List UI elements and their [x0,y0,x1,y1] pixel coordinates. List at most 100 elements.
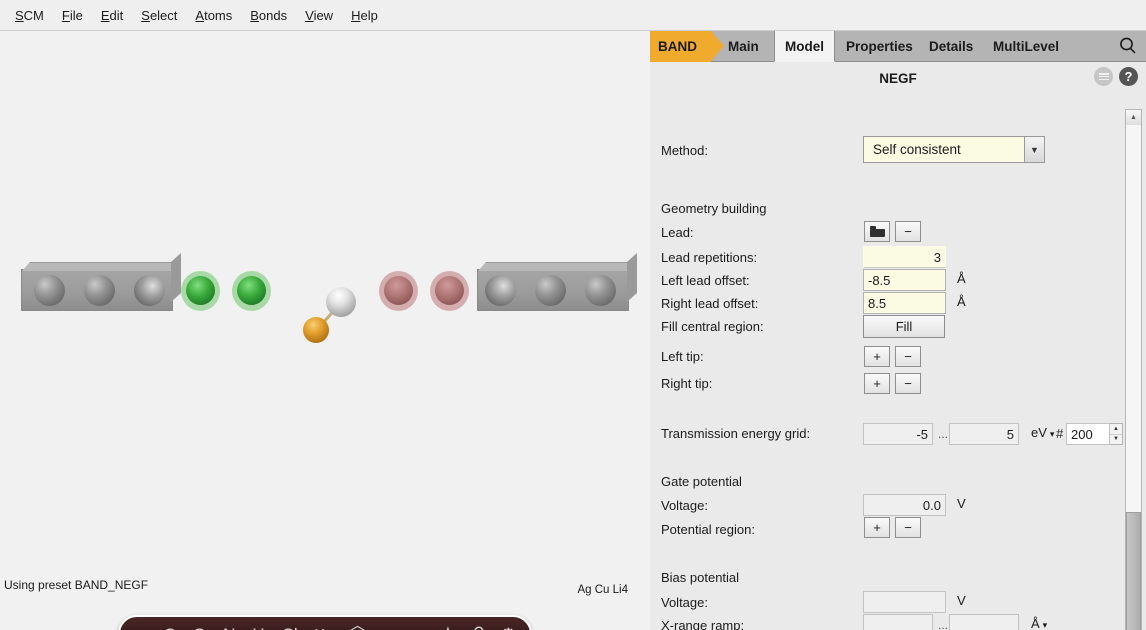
right-tip-remove-button[interactable]: − [895,373,921,394]
transmission-from-input[interactable]: -5 [863,423,933,445]
section-gate-potential: Gate potential [661,474,742,489]
scroll-up-icon[interactable]: ▲ [1126,110,1141,125]
left-tip-remove-button[interactable]: − [895,346,921,367]
tab-properties[interactable]: Properties [836,31,923,62]
panel-header: NEGF ? [650,62,1146,94]
menu-file[interactable]: File [53,6,92,25]
gate-voltage-unit: V [957,496,966,511]
chevron-down-icon[interactable]: ▼ [1024,137,1044,162]
x-range-ramp-label: X-range ramp: [661,618,744,630]
hamburger-menu-icon[interactable] [1094,67,1113,86]
tool-other-element[interactable]: X▾ [315,627,333,630]
transmission-to-input[interactable]: 5 [949,423,1019,445]
x-range-ramp-to-input[interactable] [949,614,1019,630]
chevron-down-icon[interactable]: ▾ [1043,620,1048,630]
spinner-down-icon[interactable]: ▼ [1110,435,1122,445]
panel-vertical-scrollbar[interactable]: ▲ ▼ [1125,109,1142,630]
transmission-count-spinner[interactable]: ▲ ▼ [1110,423,1123,445]
tool-nitrogen[interactable]: N [223,626,235,630]
right-lead-offset-input[interactable]: 8.5 [863,292,946,314]
method-label: Method: [661,143,708,158]
tab-details[interactable]: Details [919,31,983,62]
row-potential-region: Potential region: [661,518,755,540]
row-left-lead-offset: Left lead offset: [661,269,750,291]
menu-edit[interactable]: Edit [92,6,132,25]
left-lead-offset-unit: Å [957,271,966,286]
star-icon[interactable]: ★ [441,626,455,630]
tab-multilevel[interactable]: MultiLevel [983,31,1069,62]
search-icon[interactable] [1118,36,1138,61]
atom-ag-5 [535,275,566,306]
left-tip-add-button[interactable]: + [864,346,890,367]
molecule-viewport[interactable]: Using preset BAND_NEGF Ag Cu Li4 ➤ C O N… [0,31,650,630]
lead-browse-button[interactable] [864,221,890,242]
folder-icon [870,226,885,237]
lead-remove-button[interactable]: − [895,221,921,242]
menu-bonds[interactable]: Bonds [241,6,296,25]
gate-voltage-input[interactable]: 0.0 [863,494,946,516]
fill-button[interactable]: Fill [863,315,945,338]
tab-model[interactable]: Model [774,31,835,62]
atom-li-1 [186,276,215,305]
tab-band-brand[interactable]: BAND [650,31,711,62]
left-tip-label: Left tip: [661,349,704,364]
transmission-unit-dropdown[interactable]: eV▾ [1031,425,1054,440]
status-preset-text: Using preset BAND_NEGF [4,578,148,592]
atom-ag-center [326,287,356,317]
molecule-structure [0,31,650,551]
transmission-range-dots: ... [938,427,948,441]
row-right-lead-offset: Right lead offset: [661,292,758,314]
atom-ag-4 [485,275,516,306]
chevron-down-icon[interactable]: ▾ [1050,429,1055,439]
tool-ring-icon[interactable]: ⬡ [349,625,366,630]
tool-hydrogen[interactable]: H [252,626,264,630]
row-x-range-ramp: X-range ramp: [661,614,744,630]
scrollbar-thumb[interactable] [1126,512,1141,630]
tool-carbon[interactable]: C [164,626,176,630]
tab-main[interactable]: Main [718,31,769,62]
x-range-ramp-from-input[interactable] [863,614,933,630]
settings-panel: BAND Main Model Properties Details Multi… [650,31,1146,630]
help-icon[interactable]: ? [1119,67,1138,86]
tool-chlorine[interactable]: Cl [282,626,298,630]
bias-voltage-label: Voltage: [661,595,708,610]
lead-box-right-face [171,253,181,302]
lead-box-top-face [478,262,636,271]
row-method: Method: [661,139,708,161]
atom-li-2 [237,276,266,305]
potential-region-remove-button[interactable]: − [895,517,921,538]
menu-select[interactable]: Select [132,6,186,25]
spinner-up-icon[interactable]: ▲ [1110,424,1122,435]
potential-region-add-button[interactable]: + [864,517,890,538]
left-lead-offset-input[interactable]: -8.5 [863,269,946,291]
potential-region-label: Potential region: [661,522,755,537]
lead-repetitions-input[interactable]: 3 [863,246,946,268]
lead-repetitions-label: Lead repetitions: [661,250,757,265]
row-bias-voltage: Voltage: [661,591,708,613]
bias-voltage-unit: V [957,593,966,608]
settings-gear-icon[interactable]: ⚙ [501,626,516,630]
tool-oxygen[interactable]: O [193,626,206,630]
menu-help[interactable]: Help [342,6,387,25]
magic-wand-icon[interactable]: ⚲ [470,624,486,630]
fill-central-region-label: Fill central region: [661,319,764,334]
transmission-count-input[interactable]: 200 [1066,423,1110,445]
menu-atoms[interactable]: Atoms [186,6,241,25]
row-transmission-energy-grid: Transmission energy grid: [661,422,810,444]
right-tip-add-button[interactable]: + [864,373,890,394]
atom-cu [303,317,329,343]
atom-tool-palette[interactable]: ➤ C O N H Cl X▾ ⬡ ★ ⚲ ⚙ [118,615,532,630]
method-combobox[interactable]: Self consistent ▼ [863,136,1045,163]
x-range-ramp-unit-dropdown[interactable]: Å▾ [1031,616,1047,630]
formula-label: Ag Cu Li4 [577,584,628,596]
section-bias-potential: Bias potential [661,570,739,585]
x-range-ramp-dots: ... [938,618,948,630]
menu-scm[interactable]: SSCMCM [6,6,53,25]
row-fill-central-region: Fill central region: [661,315,764,337]
select-pointer-icon[interactable]: ➤ [132,625,149,630]
menu-view[interactable]: View [296,6,342,25]
row-left-tip: Left tip: [661,345,704,367]
transmission-unit-value: eV [1031,425,1047,440]
bias-voltage-input[interactable] [863,591,946,613]
panel-header-icons: ? [1094,67,1138,86]
